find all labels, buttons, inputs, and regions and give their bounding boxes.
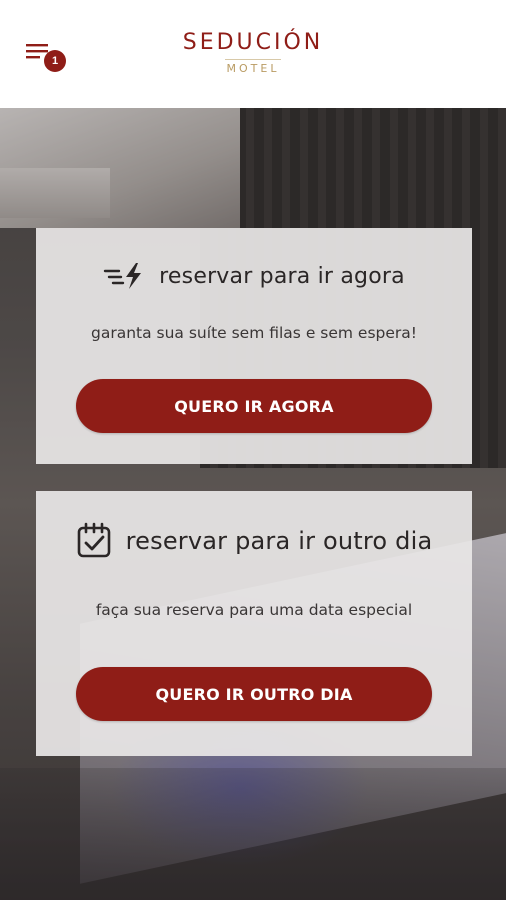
- logo-subtitle: MOTEL: [226, 62, 280, 75]
- go-other-day-button[interactable]: QUERO IR OUTRO DIA: [76, 667, 432, 721]
- card-header: reservar para ir outro dia: [36, 521, 472, 561]
- card-header: reservar para ir agora: [36, 258, 472, 294]
- lightning-bolt-icon: [103, 261, 147, 291]
- card-subtitle: garanta sua suíte sem filas e sem espera…: [91, 324, 417, 342]
- card-book-now: reservar para ir agora garanta sua suíte…: [36, 228, 472, 464]
- logo-title: SEDUCIÓN: [182, 30, 324, 55]
- card-subtitle: faça sua reserva para uma data especial: [95, 601, 413, 619]
- go-now-button[interactable]: QUERO IR AGORA: [76, 379, 432, 433]
- logo-divider: [225, 59, 281, 60]
- calendar-check-icon: [76, 522, 114, 560]
- card-title: reservar para ir agora: [159, 263, 405, 289]
- app-header: 1 SEDUCIÓN MOTEL: [0, 0, 506, 108]
- card-title: reservar para ir outro dia: [125, 527, 433, 555]
- card-book-other-day: reservar para ir outro dia faça sua rese…: [36, 491, 472, 756]
- brand-logo: SEDUCIÓN MOTEL: [0, 30, 506, 76]
